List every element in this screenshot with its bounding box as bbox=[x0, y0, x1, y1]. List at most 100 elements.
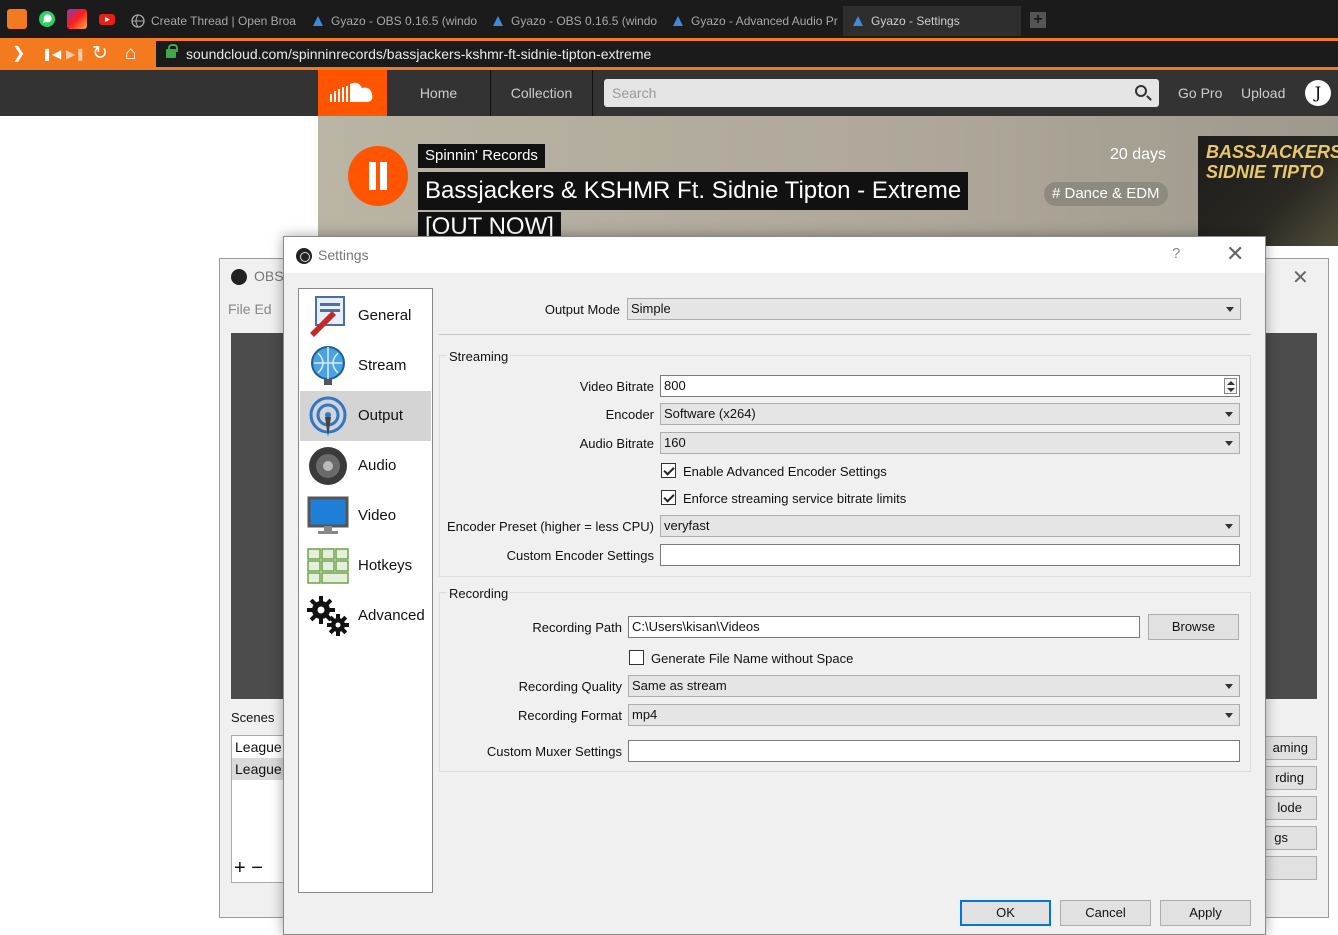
obs-close-icon[interactable]: ✕ bbox=[1292, 265, 1309, 290]
custom-muxer-input[interactable] bbox=[628, 740, 1240, 762]
scenes-label: Scenes bbox=[231, 710, 275, 725]
browser-tab[interactable]: Gyazo - OBS 0.16.5 (windo bbox=[303, 6, 481, 36]
category-advanced[interactable]: Advanced bbox=[300, 591, 431, 641]
studio-mode-button[interactable]: lode bbox=[1260, 796, 1317, 820]
genre-tag[interactable]: # Dance & EDM bbox=[1044, 182, 1168, 206]
recording-path-input[interactable]: C:\Users\kisan\Videos bbox=[628, 616, 1140, 638]
custom-encoder-input[interactable] bbox=[660, 544, 1240, 566]
settings-title: Settings bbox=[318, 247, 369, 263]
custom-encoder-label: Custom Encoder Settings bbox=[506, 548, 654, 563]
divider bbox=[439, 334, 1251, 335]
browser-tab-bar: Create Thread | Open Broa Gyazo - OBS 0.… bbox=[0, 0, 1338, 38]
category-stream[interactable]: Stream bbox=[300, 341, 431, 391]
new-tab-button[interactable]: + bbox=[1030, 12, 1046, 28]
audio-bitrate-label: Audio Bitrate bbox=[579, 436, 654, 451]
no-space-filename-checkbox[interactable] bbox=[629, 650, 644, 665]
track-title[interactable]: Bassjackers & KSHMR Ft. Sidnie Tipton - … bbox=[418, 172, 969, 210]
tab-label: Gyazo - OBS 0.16.5 (windo bbox=[511, 14, 658, 28]
category-label: Advanced bbox=[358, 607, 425, 624]
go-pro-link[interactable]: Go Pro bbox=[1178, 70, 1222, 116]
category-label: Video bbox=[358, 507, 397, 524]
video-icon bbox=[307, 496, 349, 534]
pinned-tab-instagram-icon[interactable] bbox=[67, 9, 87, 29]
settings-titlebar: Settings ? ✕ bbox=[284, 237, 1265, 273]
search-input[interactable]: Search bbox=[604, 79, 1159, 107]
browse-button[interactable]: Browse bbox=[1148, 614, 1239, 640]
enforce-bitrate-checkbox[interactable] bbox=[661, 490, 676, 505]
spin-arrows-icon[interactable] bbox=[1224, 378, 1237, 394]
skip-forward-icon[interactable]: ▶❚ bbox=[66, 44, 85, 64]
scene-add-remove-buttons[interactable]: + − bbox=[234, 857, 263, 880]
avatar[interactable]: J bbox=[1305, 80, 1331, 106]
start-streaming-button[interactable]: aming bbox=[1260, 736, 1317, 760]
category-output[interactable]: Output bbox=[300, 391, 431, 441]
settings-button[interactable]: gs bbox=[1260, 826, 1317, 850]
help-button[interactable]: ? bbox=[1172, 245, 1180, 262]
nav-home[interactable]: Home bbox=[387, 70, 491, 116]
chevron-down-icon bbox=[1225, 412, 1233, 417]
browser-tab-active[interactable]: Gyazo - Settings bbox=[843, 6, 1021, 36]
enforce-bitrate-label[interactable]: Enforce streaming service bitrate limits bbox=[683, 491, 906, 506]
advanced-encoder-checkbox[interactable] bbox=[661, 463, 676, 478]
hotkeys-icon bbox=[307, 548, 349, 584]
pinned-tab-record-icon[interactable] bbox=[7, 9, 27, 29]
soundcloud-header: Home Collection Search Go Pro Upload J bbox=[0, 70, 1338, 116]
recording-quality-value: Same as stream bbox=[632, 678, 727, 693]
track-age: 20 days bbox=[1110, 146, 1167, 163]
output-mode-select[interactable]: Simple bbox=[627, 298, 1241, 320]
upload-link[interactable]: Upload bbox=[1241, 70, 1285, 116]
forward-arrow-icon[interactable]: ❯ bbox=[12, 44, 25, 64]
category-video[interactable]: Video bbox=[300, 491, 431, 541]
pinned-tab-whatsapp-icon[interactable] bbox=[37, 9, 57, 29]
tab-label: Gyazo - OBS 0.16.5 (windo bbox=[331, 14, 478, 28]
encoder-preset-value: veryfast bbox=[664, 518, 710, 533]
soundcloud-logo[interactable] bbox=[318, 70, 387, 116]
start-recording-button[interactable]: rding bbox=[1260, 766, 1317, 790]
general-icon bbox=[310, 296, 345, 337]
category-hotkeys[interactable]: Hotkeys bbox=[300, 541, 431, 591]
cancel-button[interactable]: Cancel bbox=[1060, 900, 1151, 926]
globe-icon bbox=[131, 14, 145, 28]
output-mode-value: Simple bbox=[631, 301, 671, 316]
pinned-tab-youtube-icon[interactable] bbox=[97, 9, 117, 29]
pause-button[interactable] bbox=[348, 146, 408, 206]
reload-icon[interactable]: ↻ bbox=[92, 44, 108, 64]
gyazo-icon bbox=[313, 16, 323, 26]
category-general[interactable]: General bbox=[300, 291, 431, 341]
encoder-preset-label: Encoder Preset (higher = less CPU) bbox=[446, 519, 654, 534]
obs-menu-bar[interactable]: File Ed bbox=[228, 301, 272, 317]
skip-back-icon[interactable]: ❚◀ bbox=[42, 44, 61, 64]
chevron-down-icon bbox=[1225, 684, 1233, 689]
advanced-encoder-label[interactable]: Enable Advanced Encoder Settings bbox=[683, 464, 887, 479]
browser-tab[interactable]: Create Thread | Open Broa bbox=[123, 6, 301, 36]
apply-button[interactable]: Apply bbox=[1160, 900, 1251, 926]
recording-format-select[interactable]: mp4 bbox=[628, 704, 1240, 726]
browser-tab[interactable]: Gyazo - OBS 0.16.5 (windo bbox=[483, 6, 661, 36]
artwork-text: BASSJACKERS ft. SIDNIE TIPTO bbox=[1206, 142, 1338, 182]
search-icon[interactable] bbox=[1135, 85, 1147, 97]
recording-quality-select[interactable]: Same as stream bbox=[628, 675, 1240, 697]
home-icon[interactable]: ⌂ bbox=[125, 44, 136, 64]
audio-bitrate-value: 160 bbox=[664, 435, 686, 450]
recording-path-label: Recording Path bbox=[532, 620, 622, 635]
encoder-preset-select[interactable]: veryfast bbox=[660, 515, 1240, 537]
recording-format-label: Recording Format bbox=[517, 708, 622, 723]
address-bar[interactable]: soundcloud.com/spinninrecords/bassjacker… bbox=[156, 41, 1338, 67]
exit-button[interactable] bbox=[1260, 856, 1317, 880]
track-artwork: BASSJACKERS ft. SIDNIE TIPTO bbox=[1198, 136, 1338, 246]
no-space-filename-label[interactable]: Generate File Name without Space bbox=[651, 651, 853, 666]
tab-label: Gyazo - Advanced Audio Pr bbox=[691, 14, 838, 28]
track-artist[interactable]: Spinnin' Records bbox=[418, 144, 545, 168]
close-button[interactable]: ✕ bbox=[1226, 241, 1244, 267]
nav-collection[interactable]: Collection bbox=[491, 70, 593, 116]
browser-tab[interactable]: Gyazo - Advanced Audio Pr bbox=[663, 6, 841, 36]
video-bitrate-input[interactable]: 800 bbox=[660, 375, 1240, 397]
category-label: Audio bbox=[358, 457, 397, 474]
ok-button[interactable]: OK bbox=[960, 900, 1051, 926]
encoder-value: Software (x264) bbox=[664, 406, 756, 421]
browser-nav-bar: ❯ ❚◀ ▶❚ ↻ ⌂ soundcloud.com/spinninrecord… bbox=[0, 38, 1338, 70]
encoder-select[interactable]: Software (x264) bbox=[660, 403, 1240, 425]
chevron-down-icon bbox=[1226, 307, 1234, 312]
category-audio[interactable]: Audio bbox=[300, 441, 431, 491]
audio-bitrate-select[interactable]: 160 bbox=[660, 432, 1240, 454]
